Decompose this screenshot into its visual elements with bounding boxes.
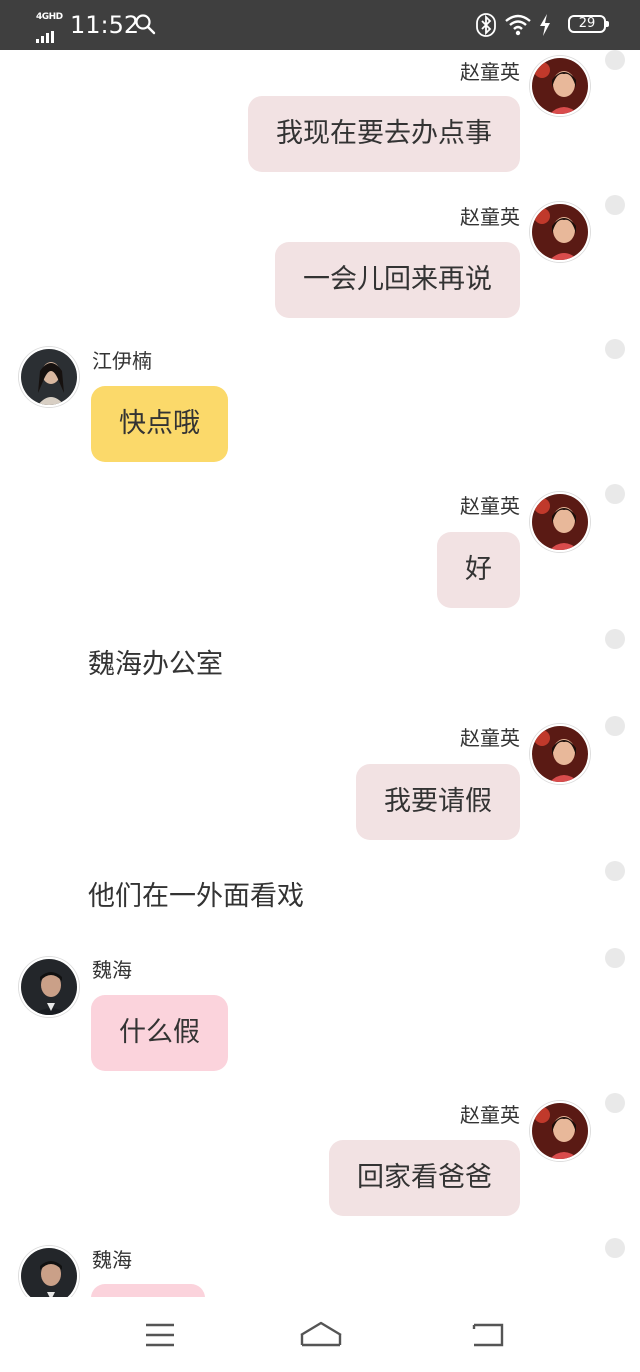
status-bar: 4GHD 11:52 29 bbox=[0, 0, 640, 50]
message-dot bbox=[605, 50, 625, 70]
narration-text: 魏海办公室 bbox=[88, 649, 223, 680]
message-dot bbox=[605, 339, 625, 359]
message-bubble[interactable]: 我要请假 bbox=[356, 764, 520, 840]
bluetooth-icon bbox=[476, 13, 496, 37]
message-bubble[interactable]: 回家看爸爸 bbox=[329, 1140, 520, 1216]
message-dot bbox=[605, 948, 625, 968]
charging-icon bbox=[540, 14, 550, 36]
clock: 11:52 bbox=[70, 11, 140, 39]
home-icon[interactable] bbox=[298, 1319, 344, 1351]
menu-icon[interactable] bbox=[140, 1319, 180, 1351]
message-bubble[interactable]: 什么假 bbox=[91, 995, 228, 1071]
message-bubble[interactable]: 快点哦 bbox=[91, 386, 228, 462]
message-bubble[interactable] bbox=[91, 1284, 205, 1297]
sender-name: 赵童英 bbox=[460, 726, 520, 750]
avatar-wei[interactable] bbox=[19, 957, 79, 1017]
message-dot bbox=[605, 1238, 625, 1258]
back-icon[interactable] bbox=[468, 1319, 508, 1351]
avatar-zhao[interactable] bbox=[530, 492, 590, 552]
message-dot bbox=[605, 1093, 625, 1113]
sender-name: 赵童英 bbox=[460, 60, 520, 84]
avatar-wei[interactable] bbox=[19, 1246, 79, 1297]
narration-text: 他们在一外面看戏 bbox=[88, 881, 304, 912]
sender-name: 魏海 bbox=[92, 958, 132, 982]
avatar-zhao[interactable] bbox=[530, 724, 590, 784]
message-dot bbox=[605, 484, 625, 504]
sender-name: 赵童英 bbox=[460, 494, 520, 518]
message-bubble[interactable]: 一会儿回来再说 bbox=[275, 242, 520, 318]
battery-icon: 29 bbox=[568, 15, 609, 33]
message-dot bbox=[605, 629, 625, 649]
avatar-zhao[interactable] bbox=[530, 202, 590, 262]
signal-icon: 4GHD bbox=[36, 12, 64, 43]
chat-area[interactable]: 赵童英 我现在要去办点事 赵童英 一会儿回来再说 江伊楠 快点哦 赵童英 好 魏… bbox=[0, 50, 640, 1297]
sender-name: 赵童英 bbox=[460, 1103, 520, 1127]
message-bubble[interactable]: 好 bbox=[437, 532, 520, 608]
message-bubble[interactable]: 我现在要去办点事 bbox=[248, 96, 520, 172]
navigation-bar bbox=[0, 1297, 640, 1372]
message-dot bbox=[605, 716, 625, 736]
message-dot bbox=[605, 195, 625, 215]
sender-name: 赵童英 bbox=[460, 205, 520, 229]
avatar-zhao[interactable] bbox=[530, 1101, 590, 1161]
message-dot bbox=[605, 861, 625, 881]
sender-name: 魏海 bbox=[92, 1248, 132, 1272]
network-type: 4GHD bbox=[36, 12, 63, 22]
search-icon bbox=[135, 14, 156, 35]
avatar-jiang[interactable] bbox=[19, 347, 79, 407]
sender-name: 江伊楠 bbox=[92, 349, 152, 373]
wifi-icon bbox=[505, 14, 531, 36]
avatar-zhao[interactable] bbox=[530, 56, 590, 116]
